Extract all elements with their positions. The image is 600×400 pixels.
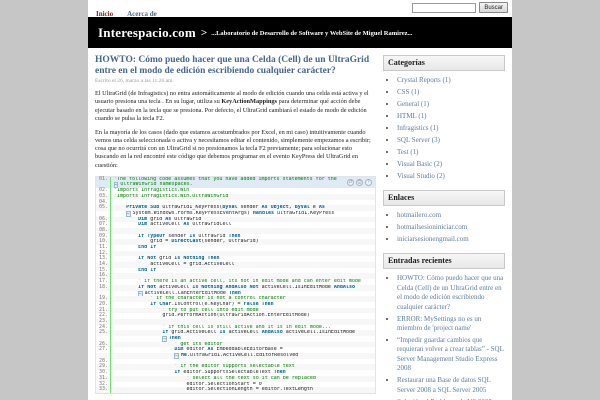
sidebar-link[interactable]: HTML (1) (397, 112, 426, 120)
help-icon[interactable]: ? (365, 178, 372, 186)
list-item: Restaurar una Base de datos SQL Server 2… (397, 376, 505, 395)
list-item: hotmailero.com (397, 211, 505, 220)
title-separator-chevron: > (200, 26, 208, 39)
nav-tab-inicio[interactable]: Inicio (96, 10, 113, 18)
list-item: Crystal Reports (1) (397, 76, 505, 85)
top-nav-bar: Inicio Acerca de Buscar (88, 0, 512, 18)
sidebar-link[interactable]: Visual Basic (2) (397, 160, 442, 168)
list-item: Infragistics (1) (397, 124, 505, 133)
sidebar-link[interactable]: SQL Server (3) (397, 136, 440, 144)
sidebar-link[interactable]: Infragistics (1) (397, 124, 438, 132)
sidebar-link[interactable]: General (1) (397, 100, 429, 108)
code-toolbar: ⇄ ⎙ ? (347, 178, 372, 186)
code-line: 33. editor.SelectionLength = editor.TextL… (96, 387, 375, 393)
sidebar-list: hotmailero.com hotmailsesioniniciar.com in… (383, 211, 505, 244)
search-input[interactable] (412, 2, 477, 13)
page-column: Inicio Acerca de Buscar Interespacio.com … (88, 0, 512, 400)
sidebar-section-title: Categorías (383, 55, 505, 71)
sidebar-link[interactable]: Visual Studio (2) (397, 172, 445, 180)
sidebar: Categorías Crystal Reports (1) CSS (1) Gene… (383, 55, 505, 400)
list-item: “Impedir guardar cambios que requieran v… (397, 336, 505, 374)
list-item: ERROR: MySettings no es un miembro de 'p… (397, 315, 505, 334)
list-item: Test (1) (397, 148, 505, 157)
post-title[interactable]: HOWTO: Cómo puedo hacer que una Celda (C… (95, 55, 376, 76)
sidebar-list: HOWTO: Cómo puedo hacer que una Celda (C… (383, 274, 505, 400)
post-paragraph-2: En la mayoría de los casos (dado que est… (95, 128, 371, 169)
nav-tab-acerca-de[interactable]: Acerca de (127, 10, 157, 18)
sidebar-link[interactable]: hotmailero.com (397, 211, 441, 219)
sidebar-list: Crystal Reports (1) CSS (1) General (1) HTM… (383, 76, 505, 181)
sidebar-link[interactable]: Restaurar una Base de datos SQL Server 2… (397, 376, 491, 393)
print-icon[interactable]: ⎙ (356, 178, 363, 186)
list-item: hotmailsesioniniciar.com (397, 223, 505, 232)
list-item: HOWTO: Cómo puedo hacer que una Celda (C… (397, 274, 505, 312)
site-subtitle: ...Laboratorio de Desarrollo de Software… (211, 30, 413, 37)
post-byline: Escrito el 26, marzo a las 11:26 am. (95, 78, 174, 85)
paragraph-bold-term: KeyActionMappings (221, 98, 277, 106)
site-header: Interespacio.com > ...Laboratorio de Des… (88, 17, 512, 48)
list-item: iniciarsesionengmail.com (397, 235, 505, 244)
sidebar-link[interactable]: ERROR: MySettings no es un miembro de 'p… (397, 315, 481, 332)
list-item: General (1) (397, 100, 505, 109)
sidebar-section-categorias: Categorías Crystal Reports (1) CSS (1) Gene… (383, 55, 505, 181)
sidebar-section-title: Entradas recientes (383, 253, 505, 270)
view-source-icon[interactable]: ⇄ (347, 178, 354, 186)
code-lines: 01. 'The following code assumes that you … (96, 176, 375, 393)
sidebar-link[interactable]: CSS (1) (397, 88, 419, 96)
sidebar-link[interactable]: Crystal Reports (1) (397, 76, 451, 84)
sidebar-link[interactable]: hotmailsesioniniciar.com (397, 223, 467, 231)
nav-tabs: Inicio Acerca de (96, 3, 171, 21)
sidebar-link[interactable]: iniciarsesionengmail.com (397, 235, 469, 243)
site-title[interactable]: Interespacio.com (98, 25, 196, 41)
list-item: Visual Studio (2) (397, 172, 505, 181)
sidebar-link[interactable]: Test (1) (397, 148, 418, 156)
sidebar-section-entradas-recientes: Entradas recientes HOWTO: Cómo puedo hace… (383, 253, 505, 400)
list-item: Visual Basic (2) (397, 160, 505, 169)
sidebar-section-enlaces: Enlaces hotmailero.com hotmailsesioninicia… (383, 189, 505, 244)
post-paragraph-1: El UltraGrid (de Infragistics) no entra … (95, 90, 376, 123)
content-area: HOWTO: Cómo puedo hacer que una Celda (C… (88, 48, 512, 400)
code-block: ⇄ ⎙ ? 01. 'The following code assumes tha… (95, 175, 376, 394)
line-number: 33. (98, 386, 108, 393)
list-item: SQL Server (3) (397, 136, 505, 145)
sidebar-link[interactable]: HOWTO: Cómo puedo hacer que una Celda (C… (397, 274, 503, 310)
article: HOWTO: Cómo puedo hacer que una Celda (C… (95, 55, 376, 400)
search-area: Buscar (412, 2, 508, 13)
sidebar-link[interactable]: “Impedir guardar cambios que requieran v… (397, 336, 504, 372)
sidebar-section-title: Enlaces (383, 189, 505, 206)
search-button[interactable]: Buscar (479, 2, 508, 13)
list-item: CSS (1) (397, 88, 505, 97)
list-item: HTML (1) (397, 112, 505, 121)
